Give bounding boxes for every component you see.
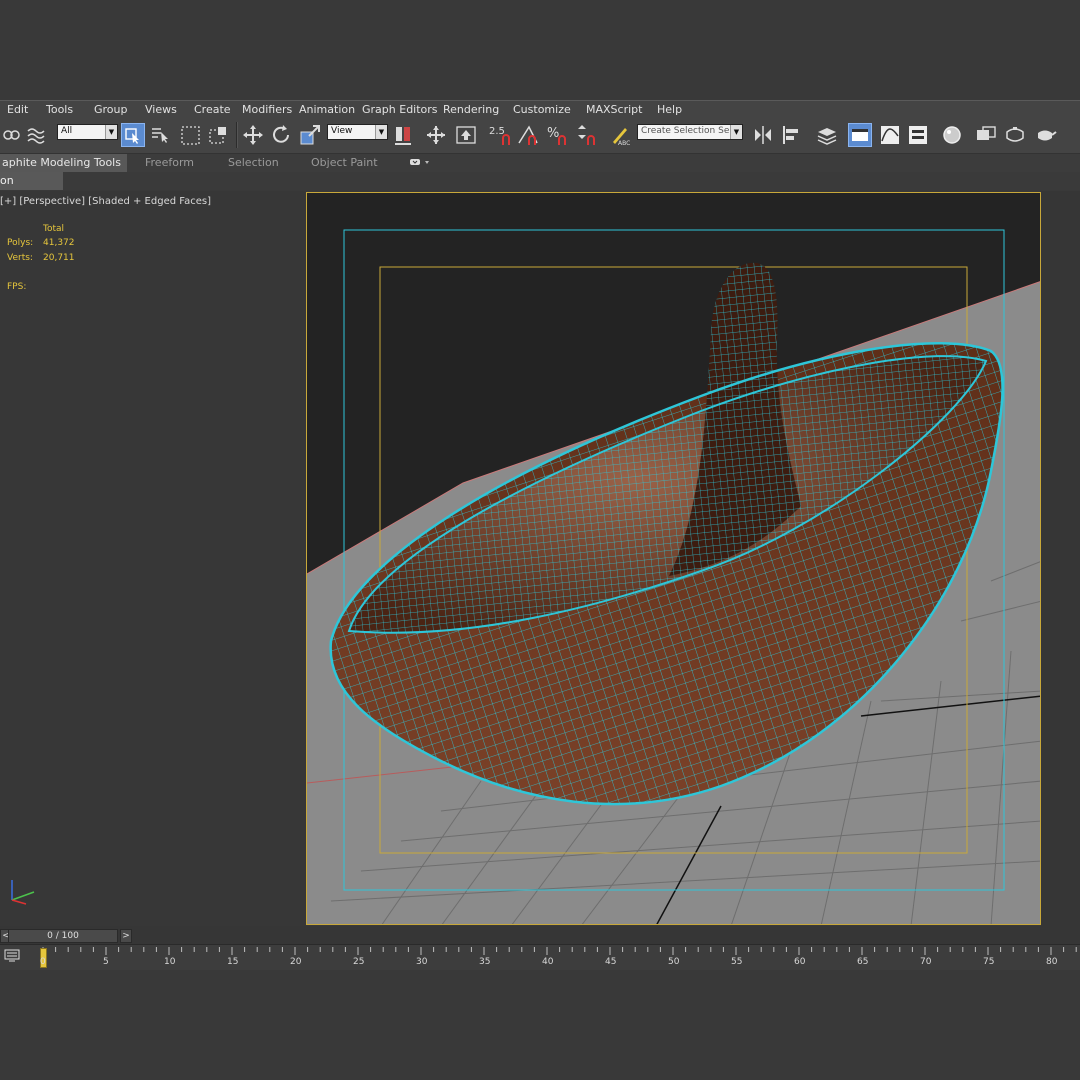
- bottom-area: [0, 970, 1080, 1080]
- time-slider[interactable]: 0 / 100: [8, 929, 118, 943]
- viewport-right-area: [1041, 191, 1080, 926]
- material-editor-icon[interactable]: [940, 123, 964, 147]
- tick-label: 55: [731, 957, 743, 967]
- spinner-snap-icon[interactable]: [575, 123, 599, 147]
- tick-label: 0: [40, 957, 46, 967]
- stats-polys-label: Polys:: [7, 238, 34, 248]
- ribbon-panel-bar: on Modeling: [0, 172, 1080, 205]
- angle-snap-icon[interactable]: [517, 123, 541, 147]
- keyboard-shortcut-override-icon[interactable]: [454, 123, 478, 147]
- stats-total-header: Total: [43, 224, 65, 234]
- mirror-icon[interactable]: [751, 123, 775, 147]
- tick-label: 35: [479, 957, 491, 967]
- stats-polys-value: 41,372: [43, 238, 75, 248]
- svg-text:%: %: [547, 126, 559, 141]
- render-teapot-icon[interactable]: [1033, 123, 1057, 147]
- select-object-icon[interactable]: [121, 123, 145, 147]
- snaps-toggle-icon[interactable]: 2.5: [487, 123, 515, 147]
- tick-label: 75: [983, 957, 995, 967]
- menu-maxscript[interactable]: MAXScript: [586, 103, 642, 116]
- viewport-label[interactable]: [+] [Perspective] [Shaded + Edged Faces]: [0, 196, 211, 207]
- tab-object-paint[interactable]: Object Paint: [311, 154, 378, 172]
- tick-label: 40: [542, 957, 554, 967]
- rect-region-icon[interactable]: [179, 123, 203, 147]
- tab-freeform[interactable]: Freeform: [145, 154, 194, 172]
- track-ticks: [42, 947, 1077, 955]
- chevron-down-icon: ▼: [105, 125, 117, 139]
- menu-create[interactable]: Create: [194, 103, 231, 116]
- tab-selection[interactable]: Selection: [228, 154, 279, 172]
- stats-verts-label: Verts:: [7, 253, 33, 263]
- tick-label: 45: [605, 957, 617, 967]
- track-bar[interactable]: [0, 944, 1080, 971]
- chevron-down-icon: ▼: [730, 125, 742, 139]
- bind-space-warp-icon[interactable]: [25, 123, 49, 147]
- render-frame-icon[interactable]: [1003, 123, 1027, 147]
- tick-label: 50: [668, 957, 680, 967]
- schematic-view-icon[interactable]: [906, 123, 930, 147]
- move-icon[interactable]: [241, 123, 265, 147]
- menu-modifiers[interactable]: Modifiers: [242, 103, 292, 116]
- selection-filter-value: All: [61, 126, 73, 136]
- tick-label: 60: [794, 957, 806, 967]
- reference-coordinate-dropdown[interactable]: View ▼: [327, 124, 388, 140]
- svg-text:ABC: ABC: [618, 140, 630, 146]
- chevron-down-icon: ▼: [375, 125, 387, 139]
- menu-bar: Edit Tools Group Views Create Modifiers …: [0, 100, 1080, 118]
- stats-verts-value: 20,711: [43, 253, 75, 263]
- selection-filter-dropdown[interactable]: All ▼: [57, 124, 118, 140]
- selection-set-dropdown[interactable]: Create Selection Se ▼: [637, 124, 743, 140]
- key-filters-icon[interactable]: [3, 947, 23, 965]
- menu-tools[interactable]: Tools: [46, 103, 73, 116]
- select-by-name-icon[interactable]: [149, 123, 173, 147]
- tick-label: 30: [416, 957, 428, 967]
- time-slider-bar: [0, 926, 1080, 944]
- tick-label: 25: [353, 957, 365, 967]
- edit-named-selection-icon[interactable]: ABC: [608, 123, 632, 147]
- align-icon[interactable]: [780, 123, 804, 147]
- menu-animation[interactable]: Animation: [299, 103, 355, 116]
- tick-label: 10: [164, 957, 176, 967]
- menu-customize[interactable]: Customize: [513, 103, 571, 116]
- window-crossing-icon[interactable]: [207, 123, 231, 147]
- curve-editor-icon[interactable]: [878, 123, 902, 147]
- menu-graph-editors[interactable]: Graph Editors: [362, 103, 438, 116]
- graphite-toggle-icon[interactable]: [848, 123, 872, 147]
- selection-set-placeholder: Create Selection Se: [641, 126, 730, 136]
- menu-rendering[interactable]: Rendering: [443, 103, 499, 116]
- stats-fps-label: FPS:: [7, 282, 27, 292]
- ribbon-tab-bar: aphite Modeling Tools Freeform Selection…: [0, 154, 1080, 172]
- viewport-left-area: [0, 191, 306, 926]
- axis-tripod-icon: [11, 880, 35, 905]
- use-pivot-center-icon[interactable]: [392, 123, 416, 147]
- perspective-viewport[interactable]: [306, 192, 1041, 925]
- tick-label: 65: [857, 957, 869, 967]
- main-toolbar: All ▼ View ▼ 2.5 % ABC Create Selection …: [0, 118, 1080, 154]
- tab-graphite-modeling-tools[interactable]: aphite Modeling Tools: [0, 154, 127, 172]
- menu-views[interactable]: Views: [145, 103, 177, 116]
- ribbon-options-icon[interactable]: [408, 154, 432, 172]
- layer-manager-icon[interactable]: [815, 123, 839, 147]
- select-manipulate-icon[interactable]: [424, 123, 448, 147]
- viewport-scene: [307, 193, 1040, 924]
- menu-help[interactable]: Help: [657, 103, 682, 116]
- tick-label: 70: [920, 957, 932, 967]
- ribbon-subtab-polygon-modeling[interactable]: on Modeling: [0, 172, 63, 205]
- reference-coordinate-value: View: [331, 126, 353, 136]
- rotate-icon[interactable]: [270, 123, 294, 147]
- render-setup-icon[interactable]: [974, 123, 998, 147]
- tick-label: 5: [103, 957, 109, 967]
- svg-text:2.5: 2.5: [489, 126, 505, 137]
- percent-snap-icon[interactable]: %: [546, 123, 570, 147]
- tick-label: 15: [227, 957, 239, 967]
- tick-label: 20: [290, 957, 302, 967]
- top-desktop-band: [0, 0, 1080, 100]
- time-next-button[interactable]: >: [120, 929, 132, 943]
- unlink-icon[interactable]: [0, 123, 24, 147]
- scale-icon[interactable]: [298, 123, 322, 147]
- toolbar-separator: [236, 122, 238, 148]
- menu-edit[interactable]: Edit: [7, 103, 28, 116]
- menu-group[interactable]: Group: [94, 103, 128, 116]
- tick-label: 80: [1046, 957, 1058, 967]
